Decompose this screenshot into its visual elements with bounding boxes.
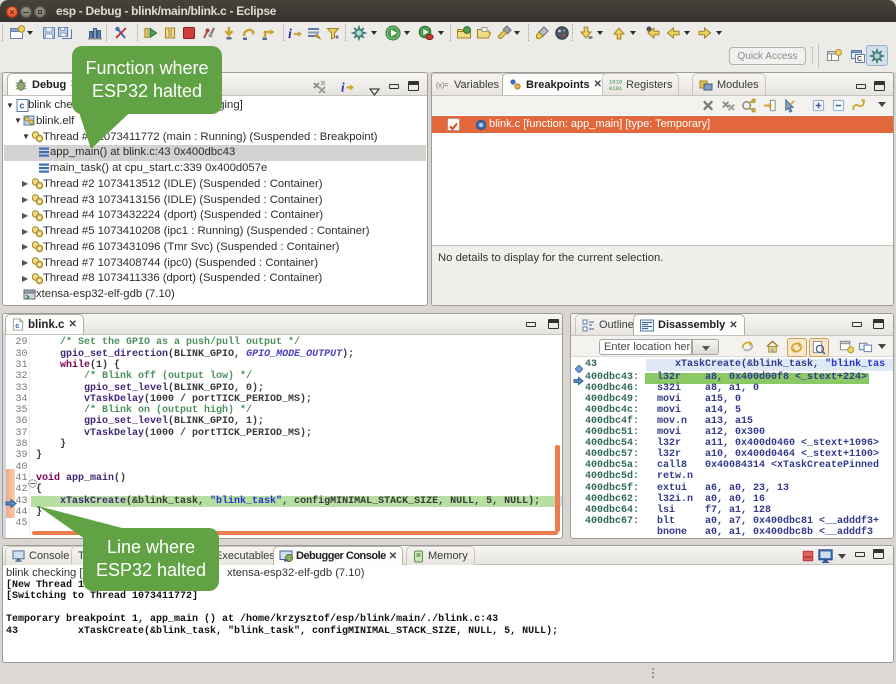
svg-text:i: i bbox=[341, 80, 345, 95]
svg-text:C: C bbox=[857, 56, 862, 63]
svg-text:i: i bbox=[288, 27, 292, 41]
svg-text:Line where: Line where bbox=[107, 537, 195, 557]
svg-text:c: c bbox=[15, 321, 19, 330]
svg-text:0101: 0101 bbox=[609, 85, 622, 91]
svg-text:(x)=: (x)= bbox=[436, 82, 448, 89]
svg-text:Function where: Function where bbox=[85, 58, 208, 78]
svg-text:ESP32 halted: ESP32 halted bbox=[92, 81, 202, 101]
svg-text:ESP32 halted: ESP32 halted bbox=[96, 560, 206, 580]
